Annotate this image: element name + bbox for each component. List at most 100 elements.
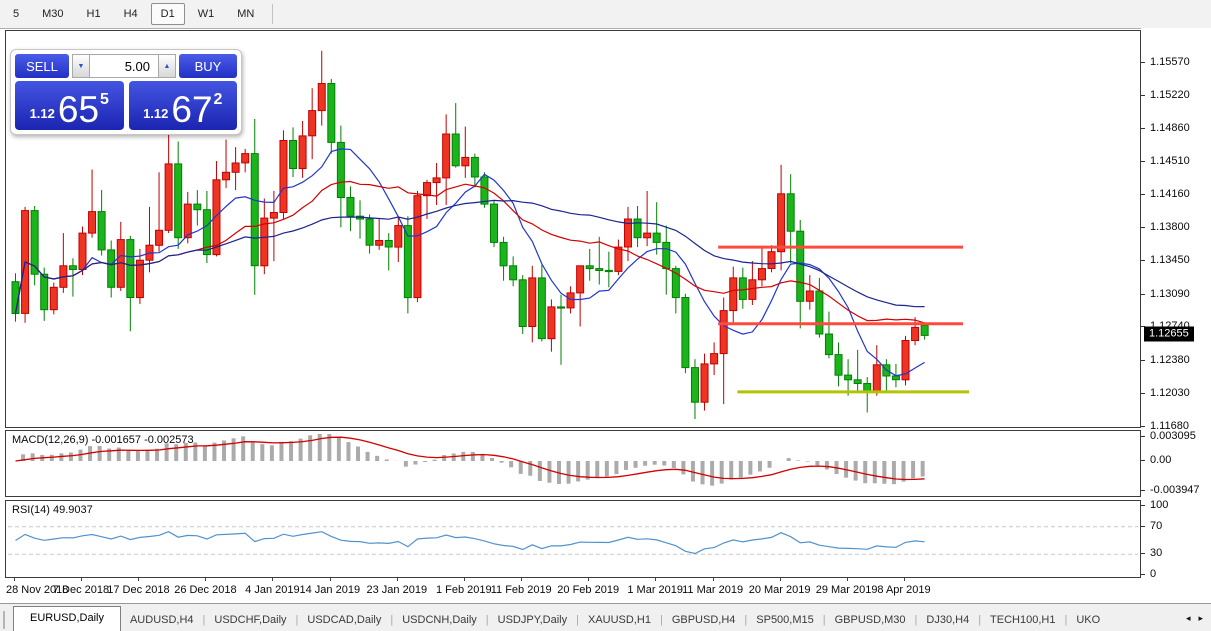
macd-axis-label: -0.003947: [1150, 483, 1200, 496]
candle-body: [231, 162, 240, 173]
rsi-chart[interactable]: [6, 501, 1140, 577]
value-axis[interactable]: 1.15570 1.15220 1.14860 1.14510 1.14160 1.138…: [1141, 28, 1211, 603]
chart-tab-dj30-h4[interactable]: DJ30,H4: [917, 609, 978, 631]
candle-body: [652, 232, 661, 243]
candle-body: [566, 292, 575, 309]
timeframe-button-5[interactable]: 5: [3, 3, 29, 25]
candle-body: [518, 279, 527, 328]
current-price-tag: 1.12655: [1144, 326, 1194, 342]
macd-pane[interactable]: MACD(12,26,9) -0.001657 -0.002573: [5, 430, 1141, 497]
timeframe-button-h4[interactable]: H4: [114, 3, 148, 25]
chart-tab-sp500-m15[interactable]: SP500,M15: [747, 609, 822, 631]
date-axis[interactable]: 28 Nov 2018 7 Dec 2018 17 Dec 2018 26 Dec 2…: [5, 578, 1141, 603]
candle-body: [576, 265, 585, 294]
sell-price-pip: 5: [100, 91, 109, 108]
candle-body: [212, 179, 221, 256]
candle-body: [490, 203, 498, 243]
rsi-axis-label: 70: [1150, 519, 1163, 532]
timeframe-button-m30[interactable]: M30: [32, 3, 73, 25]
buy-price-panel[interactable]: 1.12 67 2: [128, 81, 237, 130]
tab-scroll-right-icon[interactable]: ▸: [1198, 613, 1203, 624]
tabbar-grip: [3, 611, 5, 629]
volume-decrease-button[interactable]: ▼: [72, 54, 90, 78]
chart-tab-usdcnh-daily[interactable]: USDCNH,Daily: [393, 609, 486, 631]
candle-body: [241, 153, 250, 164]
candle-body: [413, 195, 422, 299]
date-tick: [521, 578, 523, 581]
chart-tab-uko[interactable]: UKO: [1067, 609, 1109, 631]
price-axis-label: 1.15570: [1150, 55, 1190, 68]
candle-body: [767, 251, 776, 269]
candle-body: [748, 279, 757, 300]
date-tick: [205, 578, 207, 581]
candle-body: [174, 163, 183, 239]
chart-tab-gbpusd-h4[interactable]: GBPUSD,H4: [663, 609, 745, 631]
rsi-axis-label: 100: [1150, 499, 1169, 511]
candle-body: [88, 211, 97, 234]
candle-body: [738, 277, 747, 300]
candle-body: [815, 290, 824, 335]
date-tick: [588, 578, 590, 581]
candle-body: [911, 326, 920, 341]
sell-button[interactable]: SELL: [15, 54, 69, 78]
sell-price-panel[interactable]: 1.12 65 5: [15, 81, 124, 130]
chart-tab-usdchf-daily[interactable]: USDCHF,Daily: [205, 609, 295, 631]
candle-body: [844, 374, 853, 381]
rsi-line: [15, 531, 925, 555]
chart-tab-tech100-h1[interactable]: TECH100,H1: [981, 609, 1064, 631]
date-axis-label: 11 Mar 2019: [682, 584, 744, 596]
price-axis-label: 1.12380: [1150, 354, 1190, 367]
candle-body: [585, 265, 594, 270]
buy-price-prefix: 1.12: [143, 106, 169, 121]
date-axis-label: 20 Feb 2019: [557, 584, 620, 596]
candle-body: [681, 297, 690, 369]
date-tick: [779, 578, 781, 581]
macd-axis-label: 0.003095: [1150, 430, 1196, 443]
candle-body: [777, 193, 786, 253]
volume-increase-button[interactable]: ▲: [158, 54, 176, 78]
chart-tab-usdcad-daily[interactable]: USDCAD,Daily: [298, 609, 390, 631]
price-axis-label: 1.15220: [1150, 88, 1190, 101]
candle-body: [690, 367, 699, 403]
tab-scroll-left-icon[interactable]: ◂: [1186, 613, 1191, 624]
buy-price-main: 67: [171, 89, 213, 130]
candle-body: [107, 249, 116, 288]
rsi-pane[interactable]: RSI(14) 49.9037: [5, 500, 1141, 578]
candle-body: [461, 156, 470, 167]
candle-body: [49, 286, 58, 311]
candle-body: [308, 110, 317, 137]
chart-tab-audusd-h4[interactable]: AUDUSD,H4: [121, 609, 203, 631]
price-axis-label: 1.14860: [1150, 122, 1190, 135]
axis-tick: [1141, 260, 1145, 262]
volume-input[interactable]: 5.00: [90, 54, 158, 78]
axis-tick: [1141, 293, 1145, 295]
chart-tab-xauusd-h1[interactable]: XAUUSD,H1: [579, 609, 660, 631]
chart-tab-eurusd-daily[interactable]: EURUSD,Daily: [13, 606, 121, 631]
price-axis-label: 1.12030: [1150, 386, 1190, 399]
chart-tab-usdjpy-daily[interactable]: USDJPY,Daily: [489, 609, 577, 631]
price-axis-label: 1.14160: [1150, 187, 1190, 200]
rsi-axis-label: 0: [1150, 568, 1157, 580]
date-tick: [396, 578, 398, 581]
candle-body: [556, 306, 565, 309]
buy-button[interactable]: BUY: [179, 54, 237, 78]
sell-price-prefix: 1.12: [29, 106, 55, 121]
candle-body: [537, 277, 546, 340]
chart-tab-gbpusd-m30[interactable]: GBPUSD,M30: [826, 609, 915, 631]
price-axis-label: 1.13450: [1150, 254, 1190, 267]
candle-body: [499, 241, 508, 267]
candle-body: [97, 211, 106, 251]
timeframe-button-w1[interactable]: W1: [188, 3, 225, 25]
toolbar-separator: [272, 4, 274, 24]
timeframe-button-mn[interactable]: MN: [227, 3, 264, 25]
candle-body: [68, 265, 77, 271]
candle-body: [633, 218, 642, 239]
timeframe-button-h1[interactable]: H1: [77, 3, 111, 25]
axis-tick: [1141, 392, 1145, 394]
timeframe-button-d1[interactable]: D1: [150, 3, 185, 25]
mt4-window: 5M30H1H4D1W1MN ▲ EURUSD,Daily 1.12763 1.…: [0, 0, 1211, 631]
candle-body: [260, 217, 269, 267]
axis-tick: [1141, 436, 1145, 438]
axis-tick: [1141, 94, 1145, 96]
candle-body: [729, 277, 738, 312]
